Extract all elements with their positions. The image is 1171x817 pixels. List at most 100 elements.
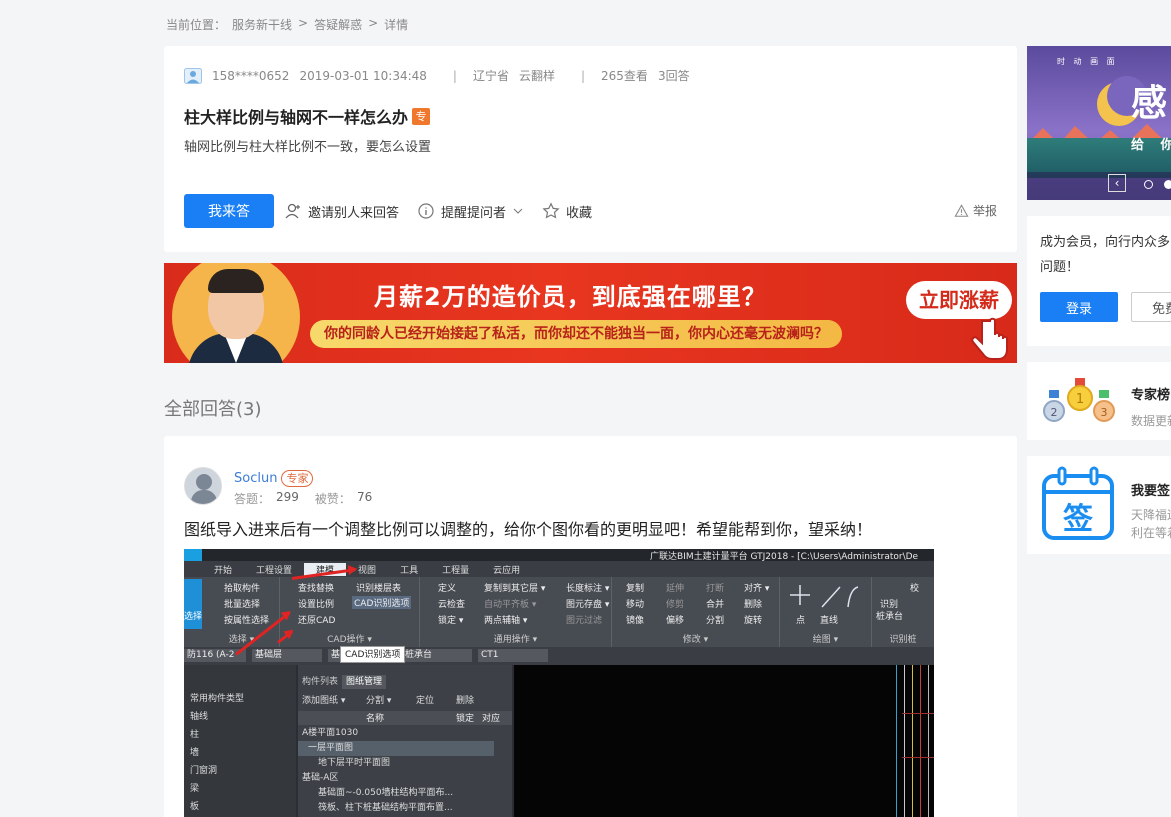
layer-select[interactable]: 基础层 [252,649,322,662]
tree-item[interactable]: 常用构件类型 [190,691,244,704]
element-filter[interactable]: 图元过滤 [566,613,602,626]
promo-banner[interactable]: 月薪2万的造价员，到底强在哪里？ 你的同龄人已经开始接起了私活，而你却还不能独当… [164,263,1017,363]
tree-item[interactable]: 门窗洞 [190,763,217,776]
cad-recognition-options[interactable]: CAD识别选项 [352,596,412,609]
expert-rank-card[interactable]: 1 2 3 专家榜 数据更新 [1027,362,1171,440]
align[interactable]: 对齐 ▾ [744,581,769,594]
drawing-row[interactable]: 基础面~-0.050墙柱结构平面布... [298,786,494,801]
component-tree: 常用构件类型 轴线 柱 墙 门窗洞 梁 板 [184,665,296,817]
delete[interactable]: 删除 [744,597,762,610]
tab-drawing-management[interactable]: 图纸管理 [342,675,387,689]
drawing-row[interactable]: 基础-A区 [298,771,494,786]
carousel-dot[interactable] [1144,180,1153,189]
drawing-row[interactable]: 地下层平时平面图 [298,756,494,771]
drawing-row[interactable]: A楼平面1030 [298,726,494,741]
favorite-button[interactable]: 收藏 [542,202,592,221]
split[interactable]: 分割 [706,613,724,626]
question-description: 轴网比例与柱大样比例不一致，要怎么设置 [184,140,432,155]
two-point-axis[interactable]: 两点辅轴 ▾ [484,613,527,626]
pick-component[interactable]: 拾取构件 [224,581,260,594]
answer-text: 图纸导入进来后有一个调整比例可以调整的，给你个图你看的更明显吧！希望能帮到你，望… [184,520,873,539]
answer-username[interactable]: Soclun [234,471,277,486]
menu-start[interactable]: 开始 [202,563,244,576]
drawing-row[interactable]: 筏板、柱下桩基础结构平面布置... [298,801,494,816]
rotate[interactable]: 旋转 [744,613,762,626]
cad-canvas[interactable] [514,665,934,817]
ribbon-group-label: 绘图 ▾ [812,635,839,645]
tab-component-list[interactable]: 构件列表 [298,675,342,689]
batch-select[interactable]: 批量选择 [224,597,260,610]
recognize-floor-table[interactable]: 识别楼层表 [356,581,401,594]
tree-item[interactable]: 轴线 [190,709,208,722]
breadcrumb-item-service[interactable]: 服务新干线 [232,16,292,33]
length-dimension[interactable]: 长度标注 ▾ [566,581,609,594]
ribbon-group-general: 定义 复制到其它层 ▾ 长度标注 ▾ 云检查 自动平齐板 ▾ 图元存盘 ▾ 锁定… [420,577,612,647]
extend[interactable]: 延伸 [666,581,684,594]
move[interactable]: 移动 [626,597,644,610]
question-user[interactable]: 158****0652 [212,69,289,83]
ribbon-group-label: CAD操作 ▾ [327,635,372,645]
cloud-check[interactable]: 云检查 [438,597,465,610]
select-tool[interactable]: 选择 [184,579,202,629]
breadcrumb-item-qa[interactable]: 答疑解惑 [314,16,362,33]
ribbon-group-cad: 查找替换 识别楼层表 设置比例 CAD识别选项 还原CAD CAD操作 ▾ [280,577,420,647]
locate-button[interactable]: 定位 [416,693,434,706]
component-select[interactable]: CT1 [478,649,548,662]
menu-tools[interactable]: 工具 [388,563,430,576]
breadcrumb-label: 当前位置： [166,18,227,32]
offset[interactable]: 偏移 [666,613,684,626]
pile-cap[interactable]: 桩承台 [876,609,903,622]
base-select[interactable]: 基 [328,649,340,662]
find-replace[interactable]: 查找替换 [298,581,334,594]
login-button[interactable]: 登录 [1040,292,1118,322]
member-text: 成为会员，向行内众多问题！ [1040,235,1171,275]
free-register-button[interactable]: 免费 [1131,292,1171,322]
mirror[interactable]: 镜像 [626,613,644,626]
split-button[interactable]: 分割 ▾ [366,693,391,706]
sign-subtitle: 天降福运利在等着 [1131,508,1171,540]
tree-item[interactable]: 板 [190,799,199,812]
select-by-attribute[interactable]: 按属性选择 [224,613,269,626]
banner-cta-button[interactable]: 立即涨薪 [906,281,1012,319]
draw-line[interactable]: 直线 [820,613,838,626]
auto-align-slab[interactable]: 自动平齐板 ▾ [484,597,536,610]
break[interactable]: 打断 [706,581,724,594]
drawing-row[interactable]: 一层平面图 [298,741,494,756]
answer-screenshot[interactable]: 广联达BIM土建计量平台 GTJ2018 - [C:\Users\Adminis… [184,549,934,817]
tree-item[interactable]: 梁 [190,781,199,794]
menu-quantity[interactable]: 工程量 [430,563,481,576]
carousel-prev-button[interactable]: ‹ [1108,174,1126,192]
menu-project-settings[interactable]: 工程设置 [244,563,304,576]
remind-button[interactable]: 提醒提问者 [417,202,524,221]
sign-in-card[interactable]: 签 我要签 天降福运利在等着 [1027,456,1171,554]
copy-to-other-floor[interactable]: 复制到其它层 ▾ [484,581,545,594]
question-time: 2019-03-01 10:34:48 [299,68,427,83]
save-element[interactable]: 图元存盘 ▾ [566,597,609,610]
add-drawing-button[interactable]: 添加图纸 ▾ [302,693,345,706]
trim[interactable]: 修剪 [666,597,684,610]
chevron-down-icon [513,208,523,214]
delete-drawing-button[interactable]: 删除 [456,693,474,706]
merge[interactable]: 合并 [706,597,724,610]
report-button[interactable]: 举报 [954,202,997,219]
carousel-dot-active[interactable] [1164,180,1171,189]
pointer-hand-icon [971,317,1008,360]
set-scale[interactable]: 设置比例 [298,597,334,610]
cad-options-tooltip: CAD识别选项 [340,646,406,663]
tree-item[interactable]: 柱 [190,727,199,740]
menu-cloud[interactable]: 云应用 [481,563,532,576]
question-title-text: 柱大样比例与轴网不一样怎么办 [184,108,409,127]
draw-point[interactable]: 点 [796,613,805,626]
lock[interactable]: 锁定 ▾ [438,613,463,626]
tree-item[interactable]: 墙 [190,745,199,758]
check[interactable]: 校 [910,581,919,594]
type-select[interactable]: 桩承台 [402,649,472,662]
answers-value: 299 [276,490,299,504]
invite-button[interactable]: 邀请别人来回答 [284,202,399,221]
copy[interactable]: 复制 [626,581,644,594]
answer-button[interactable]: 我来答 [184,194,274,228]
define[interactable]: 定义 [438,581,456,594]
answer-avatar[interactable] [184,467,222,505]
restore-cad[interactable]: 还原CAD [298,613,335,626]
sidebar-ad-carousel[interactable]: 时 动 画 面 感 给 你 ‹ [1027,46,1171,200]
